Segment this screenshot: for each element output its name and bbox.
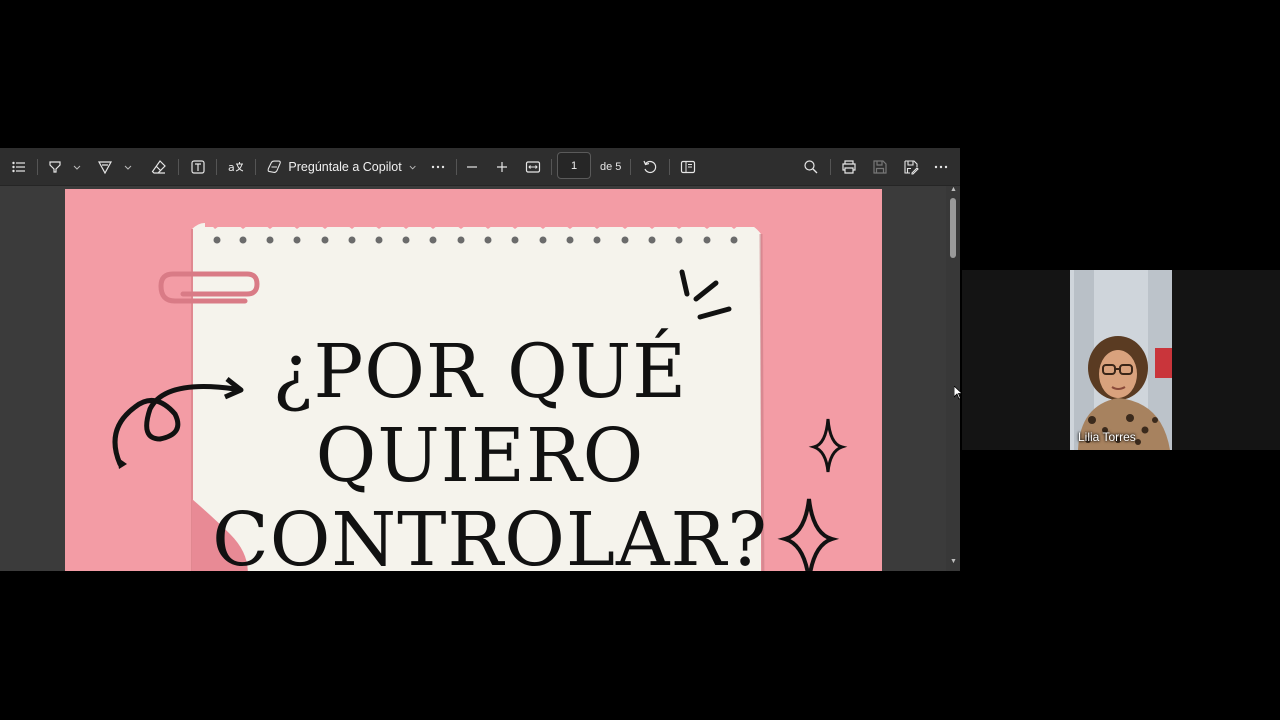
read-aloud-button[interactable]: a [226, 148, 246, 186]
scroll-up-icon[interactable]: ▲ [950, 186, 957, 193]
shared-screen: a Pregúntale a Copilot 1 de 5 ¿POR QUÉ Q… [0, 0, 960, 720]
print-icon [842, 160, 856, 174]
zoom-out-button[interactable] [463, 148, 481, 186]
pdf-page: ¿POR QUÉ QUIERO CONTROLAR? [65, 189, 882, 571]
text-icon [191, 160, 205, 174]
participant-video-tile[interactable]: Lilia Torres [1070, 270, 1172, 450]
zoom-in-button[interactable] [493, 148, 511, 186]
highlight-options-button[interactable] [71, 148, 83, 186]
add-text-button[interactable] [189, 148, 207, 186]
copilot-label: Pregúntale a Copilot [288, 160, 402, 174]
page-view-icon [680, 160, 696, 174]
scroll-thumb[interactable] [950, 198, 956, 258]
zoom-out-icon [467, 166, 477, 168]
eraser-button[interactable] [150, 148, 168, 186]
participant-video [1070, 270, 1172, 450]
highlight-button[interactable] [46, 148, 64, 186]
search-button[interactable] [801, 148, 821, 186]
vertical-scrollbar[interactable]: ▲ ▼ [946, 186, 960, 571]
slide-artwork [112, 217, 848, 571]
rotate-icon [643, 160, 657, 174]
scroll-down-icon[interactable]: ▼ [950, 558, 957, 565]
contents-icon [12, 161, 25, 173]
read-aloud-icon: a [228, 161, 244, 174]
search-icon [804, 160, 818, 174]
paper-sheet [192, 223, 761, 571]
copilot-icon [267, 160, 281, 174]
save-button[interactable] [870, 148, 890, 186]
fit-page-icon [525, 161, 541, 173]
rotate-button[interactable] [640, 148, 660, 186]
eraser-icon [151, 160, 166, 174]
print-button[interactable] [839, 148, 859, 186]
draw-button[interactable] [96, 148, 114, 186]
save-icon [873, 160, 887, 174]
svg-text:a: a [228, 161, 235, 174]
pdf-viewer-window: a Pregúntale a Copilot 1 de 5 ¿POR QUÉ Q… [0, 148, 960, 571]
highlight-icon [49, 161, 61, 173]
participant-name: Lilia Torres [1078, 430, 1136, 444]
more-tools-button[interactable] [429, 148, 447, 186]
contents-button[interactable] [9, 148, 29, 186]
save-as-icon [904, 160, 919, 175]
page-view-button[interactable] [678, 148, 698, 186]
more-icon [431, 165, 445, 169]
chevron-down-icon [124, 165, 132, 170]
zoom-in-icon [497, 162, 507, 172]
page-count-label: de 5 [600, 161, 622, 173]
chevron-down-icon [73, 165, 81, 170]
sparkle-icon [777, 498, 840, 571]
draw-options-button[interactable] [122, 148, 134, 186]
settings-more-icon [934, 165, 948, 169]
sparkle-icon [808, 418, 848, 473]
mouse-cursor-icon [954, 386, 962, 400]
chevron-down-icon [409, 165, 416, 170]
save-as-button[interactable] [901, 148, 921, 186]
ask-copilot-button[interactable]: Pregúntale a Copilot [266, 148, 416, 186]
fit-page-button[interactable] [523, 148, 543, 186]
document-viewer[interactable]: ¿POR QUÉ QUIERO CONTROLAR? [0, 186, 960, 571]
pdf-toolbar: a Pregúntale a Copilot 1 de 5 [0, 148, 960, 186]
settings-more-button[interactable] [932, 148, 950, 186]
draw-icon [97, 161, 113, 175]
page-number-input[interactable] [557, 152, 591, 179]
